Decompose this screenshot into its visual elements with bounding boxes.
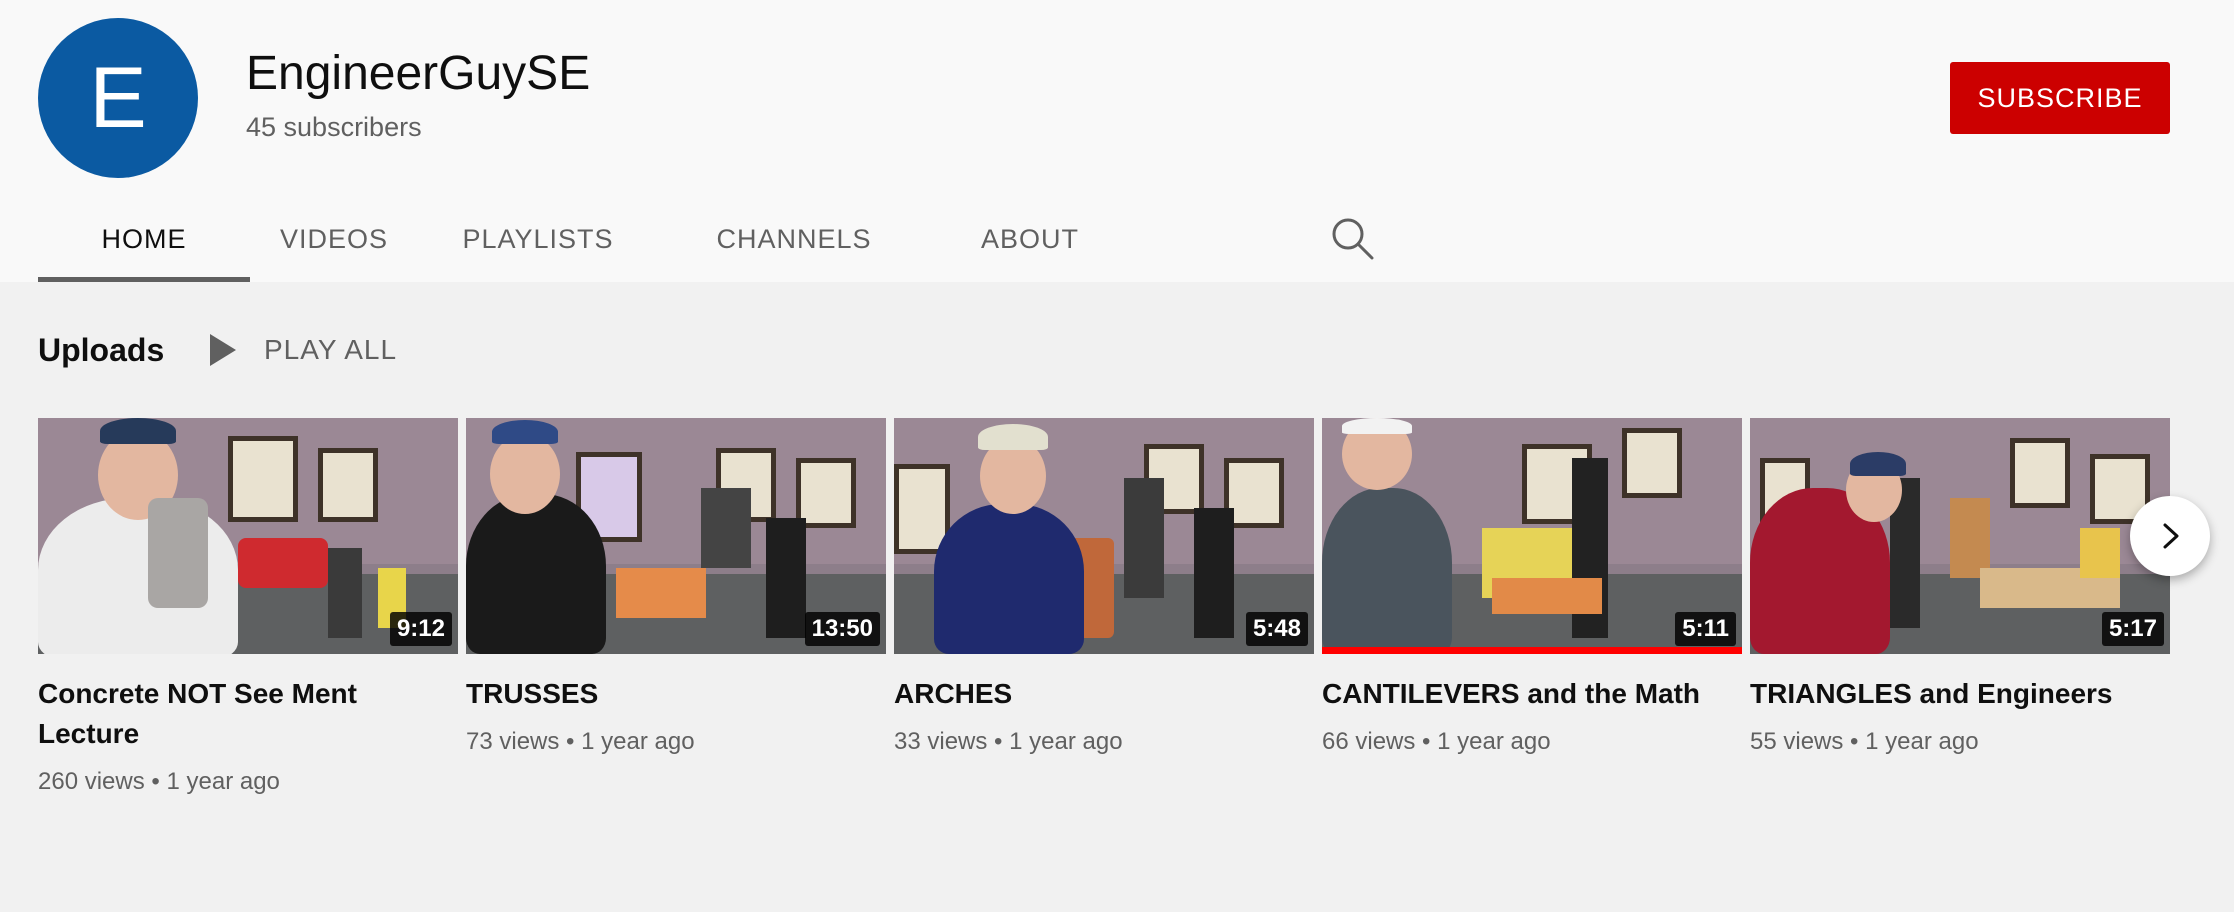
channel-name: EngineerGuySE: [246, 47, 591, 100]
meta-separator: •: [1422, 728, 1438, 755]
subscribe-button[interactable]: SUBSCRIBE: [1950, 62, 2170, 134]
video-duration: 5:17: [2101, 612, 2164, 646]
video-age: 1 year ago: [166, 768, 280, 795]
tab-playlists[interactable]: PLAYLISTS: [418, 196, 658, 282]
tab-label: CHANNELS: [716, 223, 872, 254]
video-duration: 5:11: [1675, 612, 1736, 646]
video-title[interactable]: Concrete NOT See Ment Lecture: [38, 674, 458, 754]
meta-separator: •: [994, 728, 1010, 755]
subscriber-count: 45 subscribers: [246, 112, 422, 142]
play-all-label: PLAY ALL: [264, 334, 398, 365]
video-title[interactable]: TRUSSES: [466, 674, 886, 714]
tab-active-indicator: [38, 277, 250, 282]
video-age: 1 year ago: [581, 728, 695, 755]
tab-about[interactable]: ABOUT: [930, 196, 1130, 282]
video-title[interactable]: TRIANGLES and Engineers: [1750, 674, 2170, 714]
video-duration: 5:48: [1245, 612, 1308, 646]
chevron-right-icon: [2163, 523, 2179, 549]
video-thumbnail[interactable]: 13:50: [466, 418, 886, 654]
video-thumbnail[interactable]: 5:11: [1322, 418, 1742, 654]
tab-channels[interactable]: CHANNELS: [658, 196, 930, 282]
tab-label: ABOUT: [980, 223, 1079, 254]
video-card[interactable]: 13:50 TRUSSES 73 views • 1 year ago: [466, 418, 886, 756]
carousel-next-button[interactable]: [2130, 496, 2210, 576]
channel-header: E EngineerGuySE 45 subscribers SUBSCRIBE…: [0, 0, 2234, 282]
video-views: 73 views: [466, 728, 560, 755]
video-meta: 55 views • 1 year ago: [1750, 728, 2170, 756]
uploads-heading[interactable]: Uploads: [38, 332, 164, 369]
video-meta: 73 views • 1 year ago: [466, 728, 886, 756]
meta-separator: •: [1850, 728, 1866, 755]
play-icon: [210, 334, 236, 366]
meta-separator: •: [151, 768, 167, 795]
watch-progress-bar: [1322, 647, 1742, 654]
video-duration: 13:50: [804, 612, 880, 646]
channel-avatar[interactable]: E: [38, 18, 198, 178]
video-age: 1 year ago: [1865, 728, 1979, 755]
video-thumbnail[interactable]: 5:17: [1750, 418, 2170, 654]
video-age: 1 year ago: [1437, 728, 1551, 755]
video-title[interactable]: ARCHES: [894, 674, 1314, 714]
video-meta: 66 views • 1 year ago: [1322, 728, 1742, 756]
video-thumbnail[interactable]: 5:48: [894, 418, 1314, 654]
tab-label: PLAYLISTS: [462, 223, 614, 254]
tab-label: VIDEOS: [279, 223, 389, 254]
video-duration: 9:12: [389, 612, 452, 646]
video-views: 33 views: [894, 728, 988, 755]
video-card[interactable]: 5:17 TRIANGLES and Engineers 55 views • …: [1750, 418, 2170, 756]
video-views: 66 views: [1322, 728, 1416, 755]
search-icon[interactable]: [1328, 214, 1378, 264]
video-title[interactable]: CANTILEVERS and the Math: [1322, 674, 1742, 714]
video-card[interactable]: 9:12 Concrete NOT See Ment Lecture 260 v…: [38, 418, 458, 796]
play-all-button[interactable]: PLAY ALL: [210, 330, 397, 370]
video-views: 260 views: [38, 768, 145, 795]
video-views: 55 views: [1750, 728, 1844, 755]
tab-videos[interactable]: VIDEOS: [250, 196, 418, 282]
video-meta: 33 views • 1 year ago: [894, 728, 1314, 756]
video-meta: 260 views • 1 year ago: [38, 768, 458, 796]
video-card[interactable]: 5:11 CANTILEVERS and the Math 66 views •…: [1322, 418, 1742, 756]
video-age: 1 year ago: [1009, 728, 1123, 755]
tab-home[interactable]: HOME: [38, 196, 250, 282]
video-thumbnail[interactable]: 9:12: [38, 418, 458, 654]
tab-label: HOME: [101, 223, 187, 254]
video-card[interactable]: 5:48 ARCHES 33 views • 1 year ago: [894, 418, 1314, 756]
meta-separator: •: [566, 728, 582, 755]
